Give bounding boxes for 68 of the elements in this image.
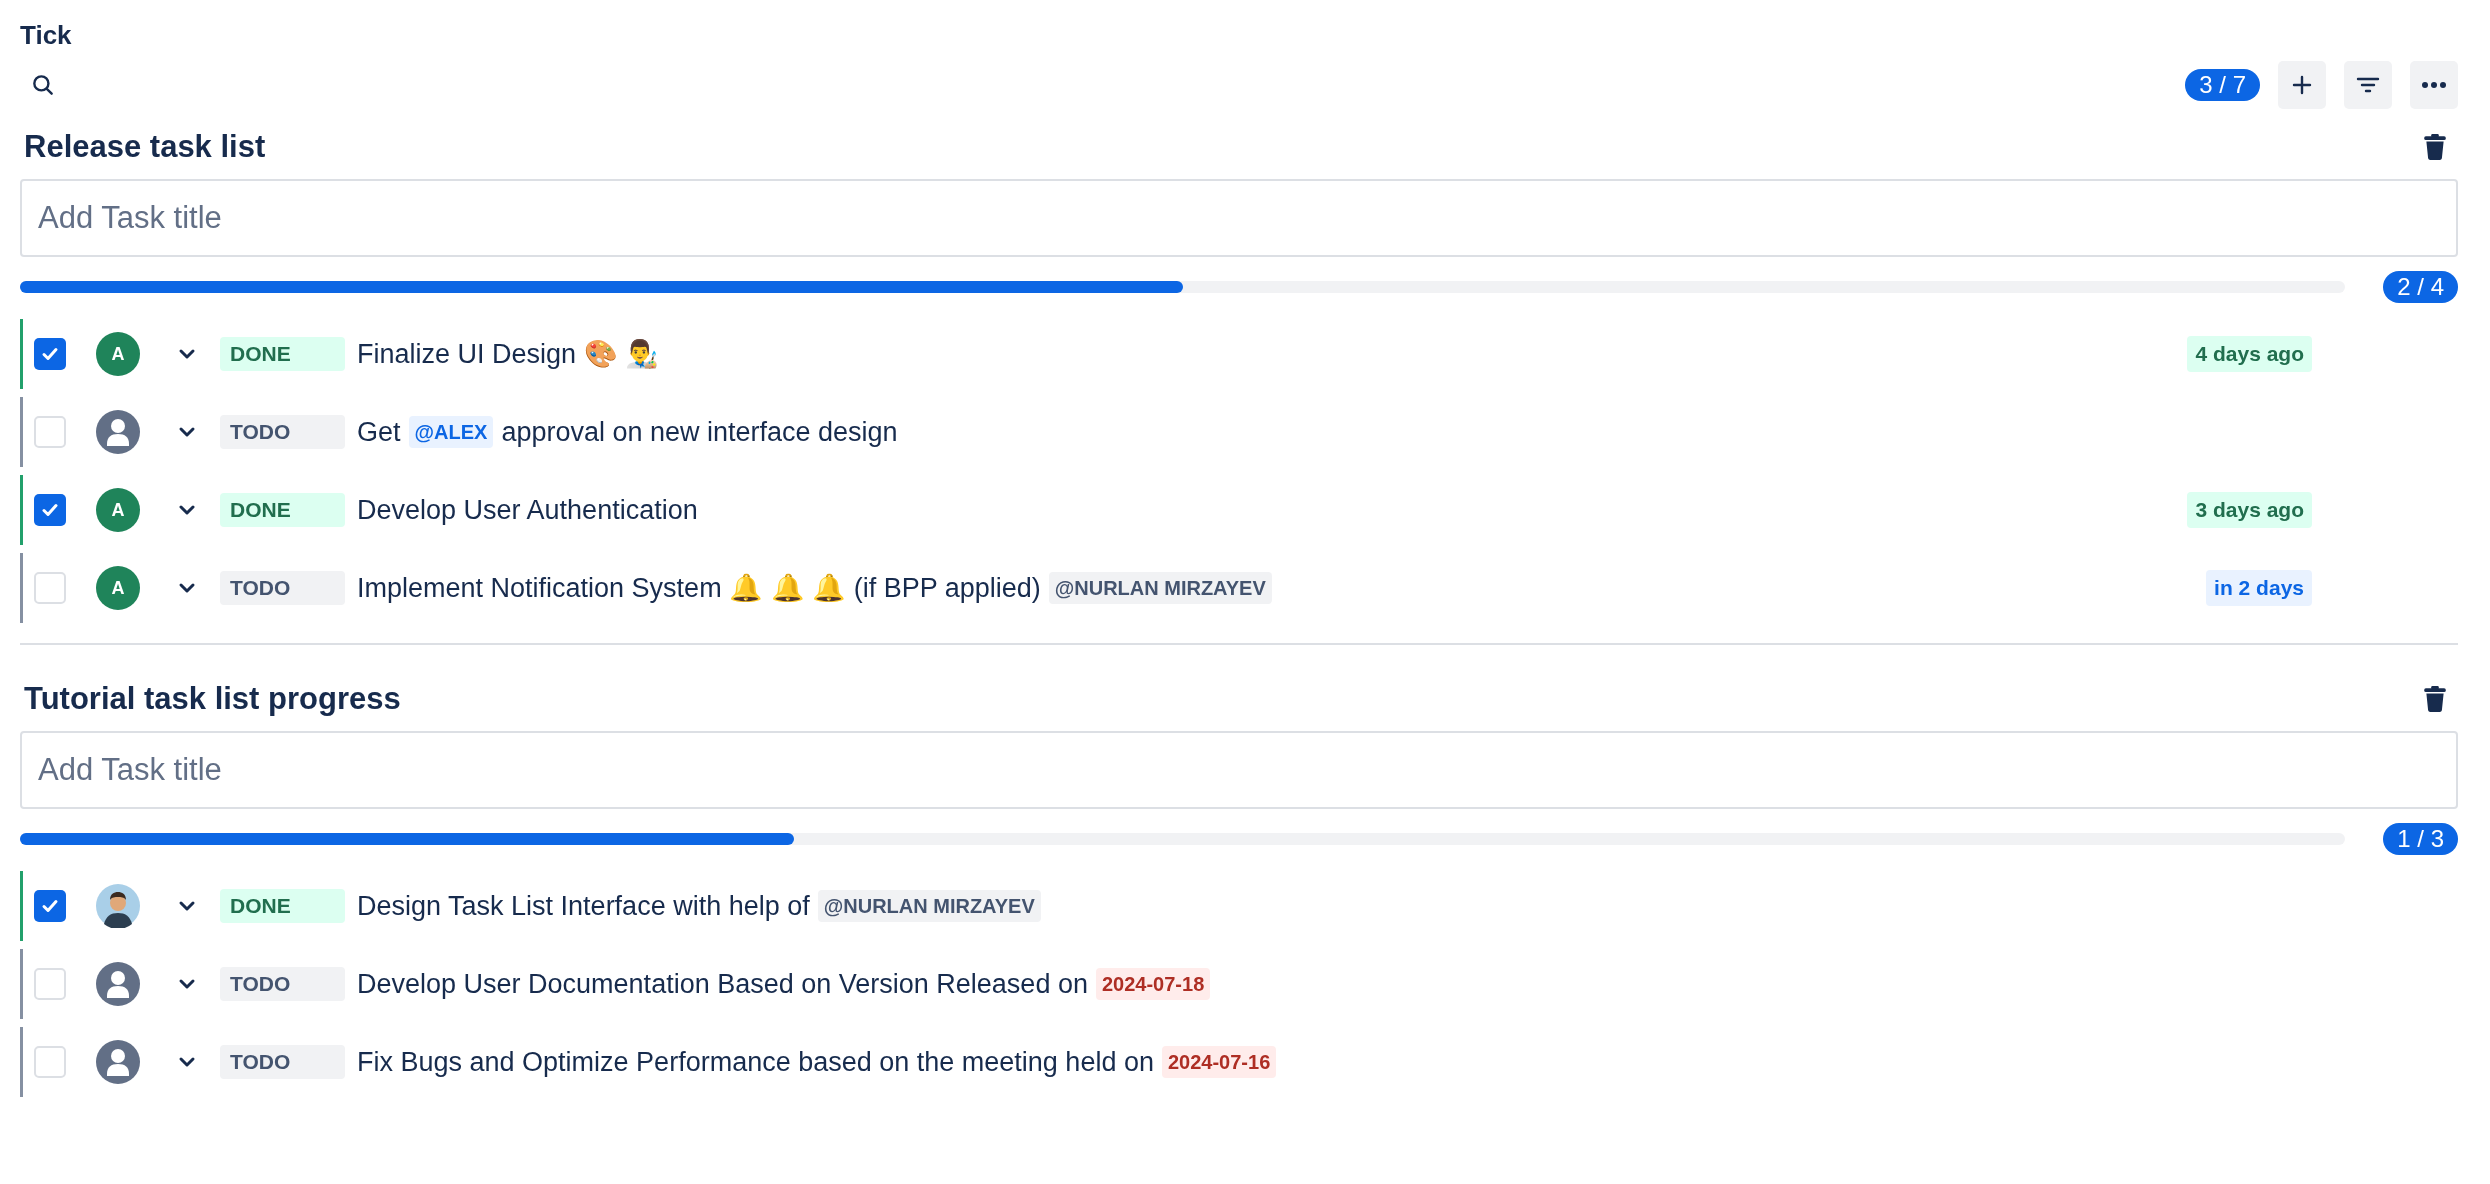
task-checkbox[interactable] [34, 1046, 66, 1078]
task-row[interactable]: TODO Fix Bugs and Optimize Performance based on the meeting held on 2024-07-16 [20, 1027, 2458, 1097]
add-task-input[interactable]: Add Task title [20, 731, 2458, 809]
status-tag[interactable]: DONE [220, 493, 345, 527]
list-title: Release task list [24, 127, 266, 166]
filter-icon [2356, 75, 2380, 95]
task-checkbox[interactable] [34, 338, 66, 370]
app-title: Tick [20, 19, 72, 52]
chevron-down-icon[interactable] [178, 426, 196, 438]
due-date-tag: 3 days ago [2187, 492, 2312, 528]
chevron-down-icon[interactable] [178, 504, 196, 516]
due-date-tag: 4 days ago [2187, 336, 2312, 372]
task-title: Design Task List Interface with help of [357, 889, 810, 923]
task-checkbox[interactable] [34, 416, 66, 448]
status-tag[interactable]: TODO [220, 415, 345, 449]
task-count: 3 / 7 [2185, 69, 2260, 101]
trash-icon[interactable] [2422, 133, 2448, 161]
user-avatar-icon [96, 962, 140, 1006]
task-title: Develop User Documentation Based on Version Released on [357, 967, 1088, 1001]
task-title: approval on new interface design [501, 415, 898, 449]
chevron-down-icon[interactable] [178, 348, 196, 360]
task-checkbox[interactable] [34, 572, 66, 604]
mention-tag[interactable]: @NURLAN MIRZAYEV [1048, 572, 1272, 604]
user-avatar-icon [96, 884, 140, 928]
chevron-down-icon[interactable] [178, 582, 196, 594]
list-title: Tutorial task list progress [24, 679, 401, 718]
more-icon [2421, 81, 2447, 89]
chevron-down-icon[interactable] [178, 900, 196, 912]
user-avatar: A [96, 566, 140, 610]
due-date-tag: in 2 days [2206, 570, 2312, 606]
task-row[interactable]: TODO Get @ALEX approval on new interface design [20, 397, 2458, 467]
task-checkbox[interactable] [34, 494, 66, 526]
task-title: Fix Bugs and Optimize Performance based on the meeting held on [357, 1045, 1154, 1079]
progress-count: 2 / 4 [2383, 271, 2458, 303]
progress-count: 1 / 3 [2383, 823, 2458, 855]
date-tag: 2024-07-18 [1095, 968, 1211, 1000]
trash-icon[interactable] [2422, 685, 2448, 713]
task-title: Implement Notification System 🔔 🔔 🔔 (if BPP applied) [357, 571, 1041, 605]
chevron-down-icon[interactable] [178, 1056, 196, 1068]
status-tag[interactable]: DONE [220, 889, 345, 923]
more-button[interactable] [2410, 61, 2458, 109]
task-row[interactable]: DONE Design Task List Interface with help of @NURLAN MIRZAYEV [20, 871, 2458, 941]
task-row[interactable]: A DONE Finalize UI Design 🎨 👨‍🎨 4 days ago [20, 319, 2458, 389]
filter-button[interactable] [2344, 61, 2392, 109]
user-avatar-icon [96, 1040, 140, 1084]
user-avatar: A [96, 488, 140, 532]
task-title: Get [357, 415, 401, 449]
status-tag[interactable]: TODO [220, 1045, 345, 1079]
task-checkbox[interactable] [34, 968, 66, 1000]
task-row[interactable]: A DONE Develop User Authentication 3 days ago [20, 475, 2458, 545]
search-icon[interactable] [30, 72, 56, 98]
status-tag[interactable]: DONE [220, 337, 345, 371]
task-checkbox[interactable] [34, 890, 66, 922]
plus-icon [2292, 75, 2312, 95]
add-task-input[interactable]: Add Task title [20, 179, 2458, 257]
status-tag[interactable]: TODO [220, 571, 345, 605]
task-title: Finalize UI Design 🎨 👨‍🎨 [357, 337, 660, 371]
user-avatar: A [96, 332, 140, 376]
date-tag: 2024-07-16 [1161, 1046, 1277, 1078]
status-tag[interactable]: TODO [220, 967, 345, 1001]
mention-tag[interactable]: @ALEX [408, 416, 494, 448]
add-button[interactable] [2278, 61, 2326, 109]
task-row[interactable]: TODO Develop User Documentation Based on Version Released on 2024-07-18 [20, 949, 2458, 1019]
task-title: Develop User Authentication [357, 493, 698, 527]
task-row[interactable]: A TODO Implement Notification System 🔔 🔔 🔔 (if BPP applied) @NURLAN MIRZAYEV in 2 days [20, 553, 2458, 623]
user-avatar-icon [96, 410, 140, 454]
chevron-down-icon[interactable] [178, 978, 196, 990]
mention-tag[interactable]: @NURLAN MIRZAYEV [817, 890, 1041, 922]
